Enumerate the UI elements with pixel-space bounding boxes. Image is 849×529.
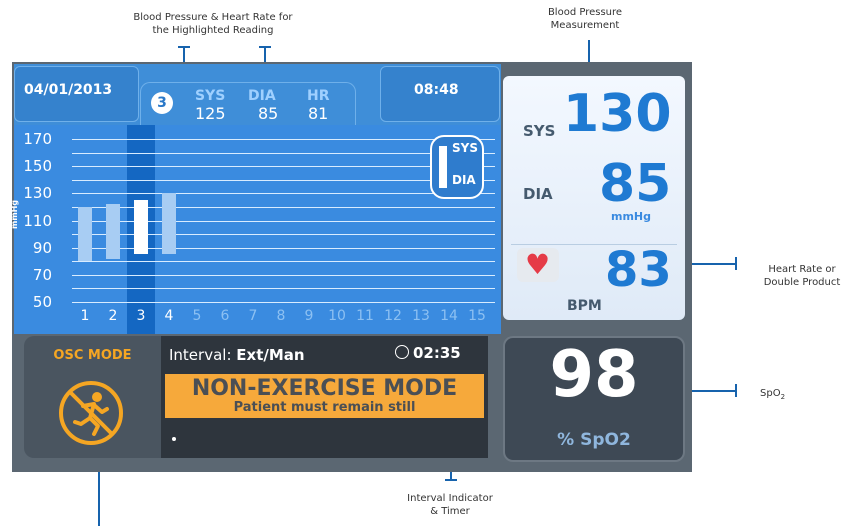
annotation-line <box>735 384 737 397</box>
time-display: 08:48 <box>414 82 459 98</box>
reading-number: 3 <box>157 95 167 111</box>
osc-mode-label: OSC MODE <box>53 348 132 363</box>
mode-banner: NON-EXERCISE MODE Patient must remain st… <box>165 374 484 418</box>
legend-dia-label: DIA <box>452 173 476 187</box>
annotation-highlighted-reading-line2: the Highlighted Reading <box>152 25 274 36</box>
annotation-highlighted-reading-line1: Blood Pressure & Heart Rate for <box>133 12 293 23</box>
x-tick-label[interactable]: 13 <box>411 308 431 324</box>
trend-chart: mmHg 50 70 90 110 130 150 170 1 2 3 4 5 6 7 8 9 10 11 12 13… <box>10 125 501 334</box>
no-running-icon <box>56 378 126 448</box>
spo2-value: 98 <box>549 338 639 412</box>
spo2-panel: 98 % SpO2 <box>503 336 685 462</box>
annotation-heart-rate: Heart Rate or Double Product <box>752 263 849 289</box>
x-tick-label[interactable]: 1 <box>75 308 95 324</box>
gridline <box>72 261 495 262</box>
mode-subtitle: Patient must remain still <box>233 400 416 415</box>
y-tick-label: 70 <box>32 265 52 284</box>
bp-dia-value: 85 <box>599 154 672 214</box>
bp-sys-label: SYS <box>523 122 556 140</box>
x-tick-label[interactable]: 9 <box>299 308 319 324</box>
x-tick-label[interactable]: 8 <box>271 308 291 324</box>
y-tick-label: 130 <box>23 184 52 203</box>
annotation-bp-line1: Blood Pressure <box>547 7 623 18</box>
x-tick-label[interactable]: 12 <box>383 308 403 324</box>
interval-panel: Interval: Ext/Man 02:35 NON-EXERCISE MOD… <box>161 336 488 458</box>
interval-label: Interval: Ext/Man <box>169 346 305 364</box>
x-tick-label[interactable]: 7 <box>243 308 263 324</box>
annotation-spo2-sub: 2 <box>780 393 786 401</box>
reading-bar[interactable] <box>162 193 176 255</box>
status-dot <box>172 437 176 441</box>
x-tick-label[interactable]: 6 <box>215 308 235 324</box>
x-tick-label[interactable]: 2 <box>103 308 123 324</box>
mode-title: NON-EXERCISE MODE <box>191 376 458 401</box>
gridline <box>72 275 495 276</box>
legend-sys-label: SYS <box>452 141 478 155</box>
y-tick-label: 110 <box>23 211 52 230</box>
annotation-interval-timer: Interval Indicator & Timer <box>390 492 510 518</box>
annotation-bp-measurement: Blood Pressure Measurement <box>530 6 640 32</box>
bp-measurement-panel: SYS 130 DIA 85 mmHg ♥ 83 BPM <box>503 76 685 320</box>
chart-legend: SYS DIA <box>430 135 484 199</box>
annotation-spo2: SpO2 <box>760 387 800 404</box>
reading-bar[interactable] <box>78 206 92 262</box>
timer-value: 02:35 <box>413 344 461 362</box>
interval-timer: 02:35 <box>395 344 461 362</box>
annotation-interval-line2: & Timer <box>430 506 470 517</box>
y-tick-label: 150 <box>23 157 52 176</box>
header-hr-label: HR <box>307 88 330 104</box>
gridline <box>72 139 495 140</box>
gridline <box>72 288 495 289</box>
spo2-label: % SpO2 <box>557 430 631 450</box>
date-display: 04/01/2013 <box>24 82 113 98</box>
annotation-line <box>445 479 457 481</box>
x-tick-label[interactable]: 4 <box>159 308 179 324</box>
chart-layer: 50 70 90 110 130 150 170 1 2 3 4 5 6 7 8 9 10 11 12 13 14 15 <box>14 125 501 334</box>
reading-number-badge[interactable]: 3 <box>151 92 173 114</box>
y-tick-label: 170 <box>23 130 52 148</box>
hr-unit: BPM <box>567 298 602 314</box>
x-tick-label[interactable]: 14 <box>439 308 459 324</box>
interval-value: Ext/Man <box>236 346 305 364</box>
header-hr-value: 81 <box>308 104 329 123</box>
x-tick-label[interactable]: 10 <box>327 308 347 324</box>
x-tick-label[interactable]: 15 <box>467 308 487 324</box>
header-dia-label: DIA <box>248 88 276 104</box>
legend-swatch <box>439 146 447 188</box>
gridline <box>72 193 495 194</box>
header-dia-value: 85 <box>258 104 279 123</box>
bp-dia-label: DIA <box>523 185 553 203</box>
interval-prefix: Interval: <box>169 346 237 364</box>
bp-unit: mmHg <box>611 210 652 223</box>
annotation-hr-line1: Heart Rate or <box>768 264 836 275</box>
reading-bar[interactable] <box>134 200 148 255</box>
annotation-spo2-text: SpO <box>760 388 781 399</box>
header-sys-label: SYS <box>195 88 226 104</box>
gridline <box>72 302 495 303</box>
clock-icon <box>395 345 409 359</box>
x-tick-label[interactable]: 5 <box>187 308 207 324</box>
reading-bar[interactable] <box>106 204 120 259</box>
heart-icon: ♥ <box>525 248 551 281</box>
osc-mode-panel[interactable]: OSC MODE <box>24 336 161 458</box>
annotation-hr-line2: Double Product <box>763 277 841 288</box>
y-tick-label: 50 <box>32 293 52 311</box>
x-tick-label[interactable]: 11 <box>355 308 375 324</box>
heart-icon-box: ♥ <box>517 248 559 282</box>
y-tick-label: 90 <box>32 238 52 257</box>
header-sys-value: 125 <box>195 104 226 123</box>
x-tick-label[interactable]: 3 <box>131 308 151 324</box>
annotation-interval-line1: Interval Indicator <box>407 493 493 504</box>
annotation-highlighted-reading: Blood Pressure & Heart Rate for the High… <box>118 11 308 37</box>
hr-value: 83 <box>605 242 672 298</box>
bp-sys-value: 130 <box>563 84 672 144</box>
annotation-line <box>735 257 737 270</box>
annotation-bp-line2: Measurement <box>550 20 620 31</box>
